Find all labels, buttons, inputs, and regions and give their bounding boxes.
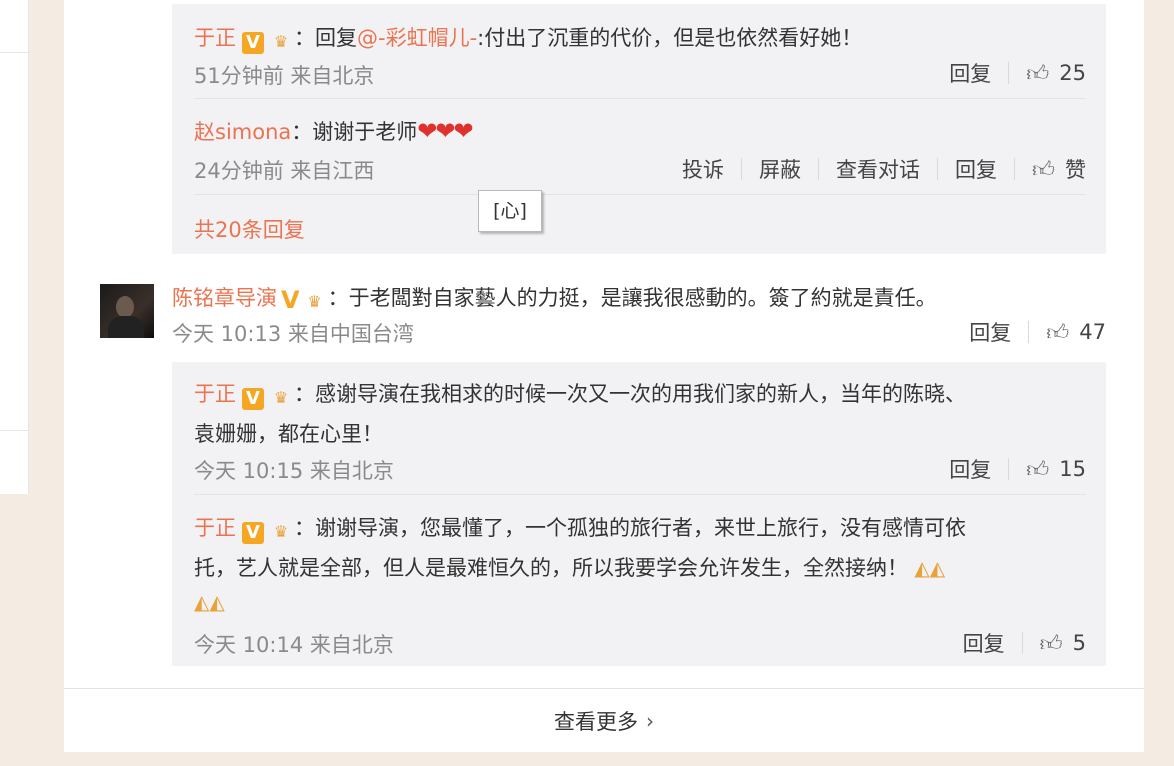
action-separator	[818, 158, 819, 180]
report-button[interactable]: 投诉	[682, 154, 724, 184]
prayer-hands-icon: ◭◭	[908, 556, 946, 580]
action-separator	[1014, 158, 1015, 180]
like-count: 25	[1059, 61, 1086, 85]
reply-prefix: 回复	[315, 26, 357, 50]
avatar-body	[108, 316, 144, 338]
reply-content: 于正 V ♛ ：回复@-彩虹帽儿-:付出了沉重的代价，但是也依然看好她！	[194, 22, 862, 54]
author-link[interactable]: 赵simona	[194, 120, 291, 144]
reply-content: 赵simona：谢谢于老师❤❤❤	[194, 116, 474, 146]
v-verified-icon: V	[242, 522, 264, 544]
reply-actions: 回复 👍︎ 25	[949, 58, 1086, 88]
like-label[interactable]: 赞	[1065, 154, 1086, 184]
reply-text: :付出了沉重的代价，但是也依然看好她！	[477, 26, 863, 50]
action-separator	[1008, 458, 1010, 480]
reply-meta: 24分钟前 来自江西	[194, 159, 375, 183]
v-verified-icon: V	[242, 388, 264, 410]
total-replies-link[interactable]: 共20条回复	[194, 214, 305, 244]
action-separator	[1021, 632, 1023, 654]
block-button[interactable]: 屏蔽	[759, 154, 801, 184]
reply-meta: 今天 10:14 来自北京	[194, 633, 394, 657]
avatar-face	[116, 296, 134, 318]
reply-meta: 今天 10:15 来自北京	[194, 459, 394, 483]
reply-text: 谢谢于老师	[312, 120, 418, 144]
reply-text: 感谢导演在我相求的时候一次又一次的用我们家的新人，当年的陈晓、	[315, 382, 966, 406]
colon: ：	[294, 26, 315, 50]
thumb-up-icon[interactable]: 👍︎	[1032, 156, 1055, 183]
comment-meta: 今天 10:13 来自中国台湾	[172, 322, 414, 346]
reply-button[interactable]: 回复	[969, 317, 1011, 347]
crown-icon: ♛	[273, 388, 289, 407]
reply-meta: 51分钟前 来自北京	[194, 64, 375, 88]
reply-divider	[194, 194, 1086, 195]
see-more-label: 查看更多	[554, 710, 638, 734]
crown-icon: ♛	[273, 522, 289, 541]
chevron-right-icon: ›	[646, 709, 654, 733]
reply-text: 托，艺人就是全部，但人是最难恒久的，所以我要学会允许发生，全然接纳！	[194, 556, 908, 580]
author-link[interactable]: 于正	[194, 26, 236, 50]
sidebar-divider	[0, 430, 28, 431]
prayer-hands-icon: ◭◭	[194, 590, 225, 614]
thumb-up-icon[interactable]: 👍︎	[1026, 456, 1049, 483]
left-sidebar-edge	[0, 0, 29, 494]
crown-icon: ♛	[307, 292, 322, 311]
colon: ：	[294, 382, 315, 406]
action-separator	[1008, 62, 1010, 84]
comment-content: 陈铭章导演 V ♛ ：于老闆對自家藝人的力挺，是讓我很感動的。簽了約就是責任。	[172, 282, 937, 313]
reply-button[interactable]: 回复	[949, 454, 991, 484]
colon: ：	[294, 516, 315, 540]
view-conversation-button[interactable]: 查看对话	[836, 154, 920, 184]
colon: ：	[327, 286, 349, 310]
author-link[interactable]: 陈铭章导演	[172, 286, 277, 310]
mention-link[interactable]: @-彩虹帽儿-	[357, 26, 477, 50]
colon: ：	[291, 120, 313, 144]
reply-text: 谢谢导演，您最懂了，一个孤独的旅行者，来世上旅行，没有感情可依	[315, 516, 966, 540]
like-count: 15	[1059, 457, 1086, 481]
reply-button[interactable]: 回复	[963, 628, 1005, 658]
like-count: 5	[1072, 631, 1086, 655]
thumb-up-icon[interactable]: 👍︎	[1040, 630, 1063, 657]
reply-text-line: 托，艺人就是全部，但人是最难恒久的，所以我要学会允许发生，全然接纳！ ◭◭	[194, 552, 945, 582]
reply-divider	[194, 494, 1086, 495]
action-separator	[937, 158, 938, 180]
see-more-button[interactable]: 查看更多 ›	[64, 688, 1144, 753]
reply-emoji-line: ◭◭	[194, 590, 225, 614]
v-verified-icon: V	[281, 286, 300, 314]
like-count: 47	[1079, 320, 1106, 344]
reply-actions: 回复 👍︎ 15	[949, 454, 1086, 484]
total-replies-label: 共20条回复	[194, 218, 305, 242]
reply-text-line: 袁姗姗，都在心里！	[194, 422, 383, 446]
thumb-up-icon[interactable]: 👍︎	[1026, 60, 1049, 87]
comment-text: 于老闆對自家藝人的力挺，是讓我很感動的。簽了約就是責任。	[348, 286, 937, 310]
author-link[interactable]: 于正	[194, 516, 236, 540]
reply-content: 于正 V ♛ ：谢谢导演，您最懂了，一个孤独的旅行者，来世上旅行，没有感情可依	[194, 512, 966, 544]
v-verified-icon: V	[242, 32, 264, 54]
reply-divider	[194, 98, 1086, 99]
reply-actions: 回复 👍︎ 5	[963, 628, 1086, 658]
sidebar-divider	[0, 52, 28, 53]
emoji-tooltip: [心]	[478, 190, 542, 232]
reply-content: 于正 V ♛ ：感谢导演在我相求的时候一次又一次的用我们家的新人，当年的陈晓、	[194, 378, 966, 410]
reply-button[interactable]: 回复	[955, 154, 997, 184]
reply-button[interactable]: 回复	[949, 58, 991, 88]
action-separator	[1028, 321, 1030, 343]
action-separator	[741, 158, 742, 180]
crown-icon: ♛	[273, 32, 289, 51]
thumb-up-icon[interactable]: 👍︎	[1046, 319, 1069, 346]
reply-actions: 投诉 屏蔽 查看对话 回复 👍︎ 赞	[682, 154, 1086, 184]
avatar[interactable]	[100, 284, 154, 338]
heart-icon: ❤❤❤	[417, 117, 473, 145]
comment-actions: 回复 👍︎ 47	[969, 317, 1106, 347]
author-link[interactable]: 于正	[194, 382, 236, 406]
